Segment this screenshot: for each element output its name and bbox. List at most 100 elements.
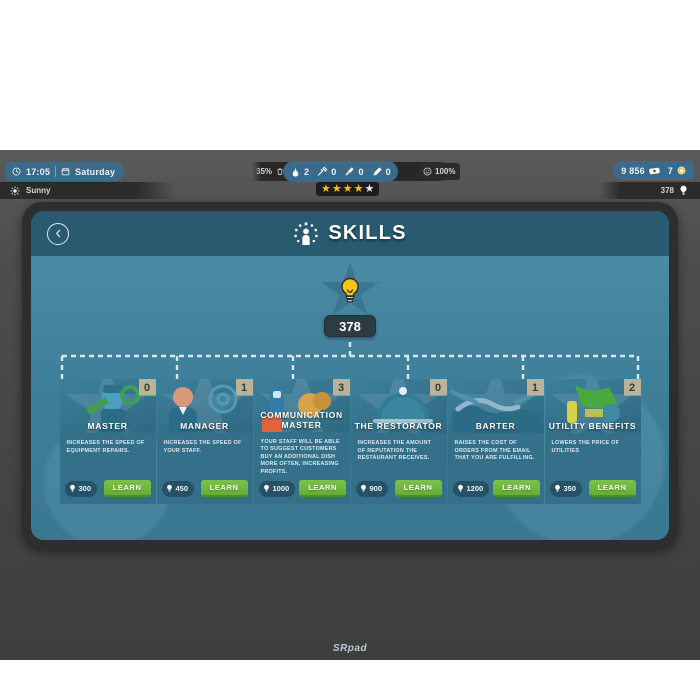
- supply-paint-value: 0: [385, 166, 391, 177]
- bulb-icon: [338, 277, 362, 305]
- card-cost-value: 1200: [466, 484, 484, 493]
- card-description: INCREASES THE SPEED OF YOUR STAFF.: [163, 440, 242, 454]
- weather-label: Sunny: [26, 186, 51, 195]
- card-artwork: 1 MANAGER: [156, 379, 253, 433]
- skill-card-utility-benefits[interactable]: 2 UTILITY BENEFITS LOWERS THE PRICE OF U…: [544, 379, 641, 504]
- calendar-icon: [61, 167, 70, 176]
- page-title: SKILLS: [328, 222, 407, 244]
- sun-icon: [10, 185, 20, 196]
- card-cost-value: 300: [78, 484, 92, 493]
- card-footer: 1000 LEARN: [254, 479, 350, 504]
- card-description: INCREASES THE SPEED OF EQUIPMENT REPAIRS…: [66, 440, 145, 454]
- gem-icon: [677, 166, 686, 175]
- star-filled: ★: [342, 182, 353, 195]
- star-empty: ★: [364, 182, 375, 195]
- card-cost: 350: [549, 480, 583, 497]
- card-artwork: 1 BARTER: [447, 379, 544, 433]
- card-footer: 450 LEARN: [157, 478, 253, 504]
- card-cost: 300: [64, 480, 98, 497]
- card-footer: 300 LEARN: [60, 478, 156, 504]
- clock-widget[interactable]: 17:05 Saturday: [6, 162, 125, 181]
- skills-modal-body: 378 0 MASTER INCREASES THE SPEED OF EQUI…: [31, 256, 669, 540]
- bulb-icon: [457, 484, 464, 493]
- cash-value: 9 856: [621, 165, 645, 176]
- skill-card-manager[interactable]: 1 MANAGER INCREASES THE SPEED OF YOUR ST…: [156, 379, 253, 504]
- bulb-icon: [554, 484, 561, 493]
- card-footer: 1200 LEARN: [448, 478, 544, 504]
- supplies-widget[interactable]: 2 0 0 0: [283, 161, 398, 182]
- skill-card-the-restorator[interactable]: 0 THE RESTORATOR INCREASES THE AMOUNT OF…: [350, 379, 447, 504]
- card-description: INCREASES THE AMOUNT OF REPUTATION THE R…: [357, 440, 432, 462]
- card-level-badge: 2: [623, 379, 641, 396]
- clock-time: 17:05: [26, 166, 51, 177]
- supply-tools-value: 0: [331, 166, 337, 177]
- learn-button[interactable]: LEARN: [394, 480, 442, 497]
- connector-lines: [60, 342, 640, 380]
- skill-points-value: 378: [660, 186, 674, 195]
- money-icon: [649, 167, 660, 175]
- skill-card-master[interactable]: 0 MASTER INCREASES THE SPEED OF EQUIPMEN…: [59, 379, 156, 504]
- card-title: BARTER: [475, 421, 516, 431]
- chevron-left-icon: [53, 228, 64, 239]
- skill-card-barter[interactable]: 1 BARTER RAISES THE COST OF ORDERS FROM …: [447, 379, 544, 504]
- skill-points-widget: 378: [600, 182, 700, 199]
- supply-cleaning-value: 0: [358, 166, 364, 177]
- card-title: UTILITY BENEFITS: [548, 421, 637, 431]
- card-description: YOUR STAFF WILL BE ABLE TO SUGGEST CUSTO…: [260, 438, 340, 475]
- supply-food: 2: [290, 166, 309, 178]
- learn-button[interactable]: LEARN: [299, 480, 347, 498]
- learn-button[interactable]: LEARN: [103, 480, 151, 497]
- mop-icon: [344, 166, 355, 177]
- root-star-shape: [320, 262, 380, 320]
- skill-points-node: 378: [31, 262, 669, 337]
- cleanliness-value: 35%: [256, 167, 273, 176]
- weather-widget: Sunny: [0, 182, 175, 199]
- learn-button[interactable]: LEARN: [493, 480, 541, 497]
- card-cost: 900: [355, 480, 389, 497]
- card-footer: 350 LEARN: [545, 478, 641, 504]
- card-artwork: 3 COMMUNICATION MASTER: [253, 379, 350, 432]
- skills-title-group: SKILLS: [293, 221, 406, 247]
- card-footer: 900 LEARN: [351, 478, 447, 504]
- clock-day: Saturday: [75, 166, 116, 177]
- card-level-badge: 0: [429, 379, 447, 396]
- learn-button[interactable]: LEARN: [200, 480, 248, 497]
- bulb-icon: [263, 484, 270, 493]
- star-filled: ★: [331, 182, 342, 195]
- mood-value: 100%: [435, 167, 456, 176]
- skill-tree-connectors: [31, 342, 669, 380]
- card-level-badge: 1: [235, 379, 253, 396]
- card-cost-value: 450: [175, 484, 189, 493]
- card-title: MANAGER: [180, 421, 229, 431]
- food-bag-icon: [290, 166, 301, 178]
- supply-paint: 0: [372, 166, 391, 177]
- learn-button[interactable]: LEARN: [588, 480, 636, 497]
- supply-food-value: 2: [304, 166, 310, 177]
- skills-modal-inner: SKILLS 378 0 MASTER INCREASES THE SPEED …: [31, 211, 669, 540]
- card-title: THE RESTORATOR: [354, 421, 443, 431]
- card-level-badge: 3: [332, 379, 350, 396]
- bulb-icon: [166, 484, 173, 493]
- card-artwork: 0 MASTER: [59, 379, 156, 433]
- watermark: SRpad: [332, 643, 368, 654]
- clock-icon: [12, 167, 21, 176]
- card-artwork: 2 UTILITY BENEFITS: [544, 379, 641, 433]
- skill-card-communication-master[interactable]: 3 COMMUNICATION MASTER YOUR STAFF WILL B…: [253, 379, 350, 504]
- skills-modal-header: SKILLS: [31, 211, 669, 256]
- clock-divider: [55, 166, 57, 177]
- supply-cleaning: 0: [344, 166, 363, 177]
- tools-icon: [317, 166, 328, 177]
- currency-widget[interactable]: 9 856 7: [613, 161, 694, 180]
- card-description: RAISES THE COST OF ORDERS FROM THE EMAIL…: [454, 440, 535, 462]
- card-level-badge: 1: [526, 379, 544, 396]
- skills-modal: SKILLS 378 0 MASTER INCREASES THE SPEED …: [22, 202, 678, 549]
- back-button[interactable]: [47, 222, 69, 245]
- card-artwork: 0 THE RESTORATOR: [350, 379, 447, 433]
- game-viewport: 17:05 Saturday Sunny 35% 2 0 0 0 100% ★ …: [0, 150, 700, 660]
- hud-top-bar: 17:05 Saturday Sunny 35% 2 0 0 0 100% ★ …: [0, 150, 700, 199]
- supply-tools: 0: [317, 166, 336, 177]
- card-cost: 1000: [258, 480, 296, 497]
- screenshot-root: 17:05 Saturday Sunny 35% 2 0 0 0 100% ★ …: [0, 0, 700, 700]
- skills-icon: [293, 221, 319, 247]
- cash-amount: 9 856: [621, 166, 660, 176]
